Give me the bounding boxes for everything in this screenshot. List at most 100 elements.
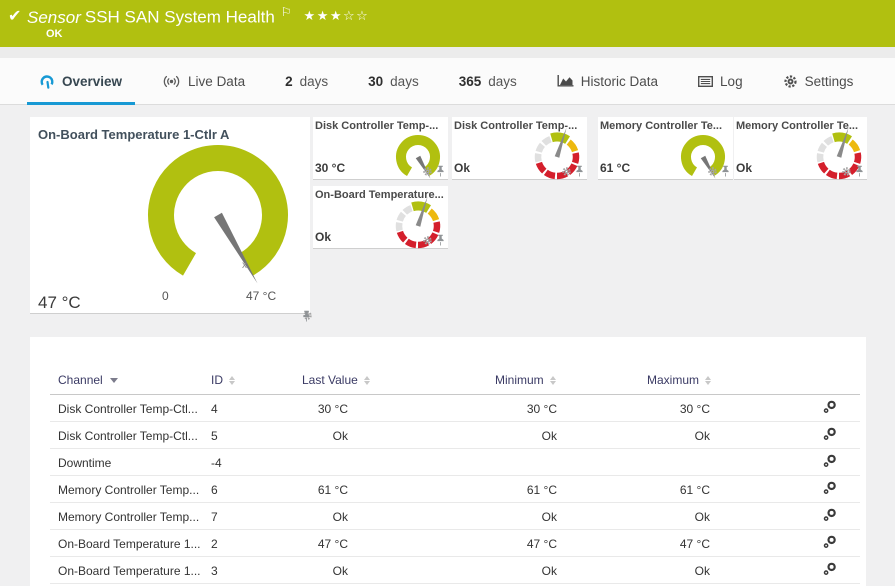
channel-settings-icon[interactable] [823,481,837,495]
pin-icon[interactable] [855,165,864,177]
pin-icon[interactable] [302,310,311,322]
column-label: Channel [58,373,103,387]
channel-settings-icon[interactable] [823,400,837,414]
tab-label: days [390,74,419,89]
column-header-id[interactable]: ID [211,373,302,387]
tab-label: Settings [805,74,854,89]
priority-flag-icon[interactable]: ⚐ [281,5,292,19]
tab-365-days[interactable]: 365 days [459,58,517,104]
table-row[interactable]: On-Board Temperature 1...247 °C47 °C47 °… [30,530,866,557]
cell-minimum: 30 °C [495,402,647,416]
mini-gauge-panel[interactable]: On-Board Temperature... Ok [313,186,448,249]
gear-icon[interactable] [422,166,433,177]
cell-minimum: Ok [495,564,647,578]
prtg-sensor-page: ✔ SensorSSH SAN System Health⚐★★★☆☆ OK O… [0,0,895,586]
tab-label: Historic Data [581,74,658,89]
gear-icon[interactable] [422,235,433,246]
cell-maximum: Ok [647,564,793,578]
cell-id: -4 [211,456,302,470]
tab-log[interactable]: Log [698,58,743,104]
status-ok-check-icon: ✔ [8,6,21,26]
mini-gauge-title: Memory Controller Te... [736,120,858,132]
tab-number: 365 [459,74,482,89]
cell-last-value: Ok [302,429,495,443]
column-header-maximum[interactable]: Maximum [647,373,793,387]
cell-id: 7 [211,510,302,524]
channel-settings-icon[interactable] [823,427,837,441]
mini-gauge-panel[interactable]: Disk Controller Temp-... 30 °C [313,117,448,180]
cell-channel: Memory Controller Temp... [58,510,211,524]
tab-label: days [488,74,517,89]
tab-label: days [300,74,329,89]
pin-icon[interactable] [575,165,584,177]
channel-settings-icon[interactable] [823,535,837,549]
channel-settings-icon[interactable] [823,562,837,576]
mini-gauge-value: 61 °C [600,161,630,175]
mini-gauge-title: Disk Controller Temp-... [454,120,577,132]
tab-number: 2 [285,74,293,89]
channel-table-body: Disk Controller Temp-Ctl...430 °C30 °C30… [30,395,866,584]
mini-gauge-title: Memory Controller Te... [600,120,722,132]
cell-id: 5 [211,429,302,443]
channel-settings-icon[interactable] [823,508,837,522]
cell-last-value: 61 °C [302,483,495,497]
mini-gauge-title: Disk Controller Temp-... [315,120,438,132]
gear-icon[interactable] [841,166,852,177]
cell-maximum: Ok [647,429,793,443]
table-row[interactable]: On-Board Temperature 1...3OkOkOk [30,557,866,584]
mini-gauge-title: On-Board Temperature... [315,189,444,201]
table-row[interactable]: Memory Controller Temp...661 °C61 °C61 °… [30,476,866,503]
cell-channel: Downtime [58,456,211,470]
channel-table: Channel ID Last Value Minimum Maximum [30,337,866,586]
cell-channel: On-Board Temperature 1... [58,564,211,578]
table-row[interactable]: Memory Controller Temp...7OkOkOk [30,503,866,530]
table-row[interactable]: Disk Controller Temp-Ctl...5OkOkOk [30,422,866,449]
main-gauge-panel[interactable]: On-Board Temperature 1-Ctlr A x 0 47 °C … [30,117,310,314]
tab-label: Overview [62,74,122,89]
pin-icon[interactable] [436,165,445,177]
cell-id: 2 [211,537,302,551]
channel-settings-icon[interactable] [823,454,837,468]
gear-icon[interactable] [707,166,718,177]
cell-id: 3 [211,564,302,578]
cell-channel: Disk Controller Temp-Ctl... [58,402,211,416]
cell-minimum: 47 °C [495,537,647,551]
tab-live-data[interactable]: Live Data [162,58,245,104]
priority-stars[interactable]: ★★★☆☆ [304,8,370,23]
mini-gauge-value: Ok [736,161,752,175]
tab-30-days[interactable]: 30 days [368,58,419,104]
column-label: Maximum [647,373,699,387]
breadcrumb-strip [0,47,895,58]
sensor-header-bar: ✔ SensorSSH SAN System Health⚐★★★☆☆ OK [0,0,895,47]
table-row[interactable]: Downtime-4 [30,449,866,476]
pin-icon[interactable] [721,165,730,177]
column-header-channel[interactable]: Channel [58,373,211,387]
gauge-icon [40,74,55,89]
log-icon [698,76,713,87]
cell-maximum: Ok [647,510,793,524]
table-row[interactable]: Disk Controller Temp-Ctl...430 °C30 °C30… [30,395,866,422]
mini-gauge-panel[interactable]: Disk Controller Temp-... Ok [452,117,587,180]
gear-icon[interactable] [561,166,572,177]
tab-historic-data[interactable]: Historic Data [557,58,658,104]
sensor-name: SSH SAN System Health [85,8,275,27]
mini-gauge-value: 30 °C [315,161,345,175]
cell-last-value: Ok [302,564,495,578]
page-title: SensorSSH SAN System Health⚐★★★☆☆ [27,5,369,28]
mini-gauge-panel[interactable]: Memory Controller Te... 61 °C [598,117,733,180]
tab-overview[interactable]: Overview [40,58,122,104]
tab-settings[interactable]: Settings [783,58,854,104]
cell-channel: On-Board Temperature 1... [58,537,211,551]
pin-icon[interactable] [436,234,445,246]
column-header-minimum[interactable]: Minimum [495,373,647,387]
main-gauge-canvas [30,117,310,313]
tab-2-days[interactable]: 2 days [285,58,328,104]
area-chart-icon [557,75,574,87]
cell-minimum: 61 °C [495,483,647,497]
cell-last-value: Ok [302,510,495,524]
cell-minimum: Ok [495,429,647,443]
mini-gauge-panel[interactable]: Memory Controller Te... Ok [734,117,867,180]
broadcast-icon [162,75,181,88]
column-header-last-value[interactable]: Last Value [302,373,495,387]
sort-desc-icon [110,378,118,383]
